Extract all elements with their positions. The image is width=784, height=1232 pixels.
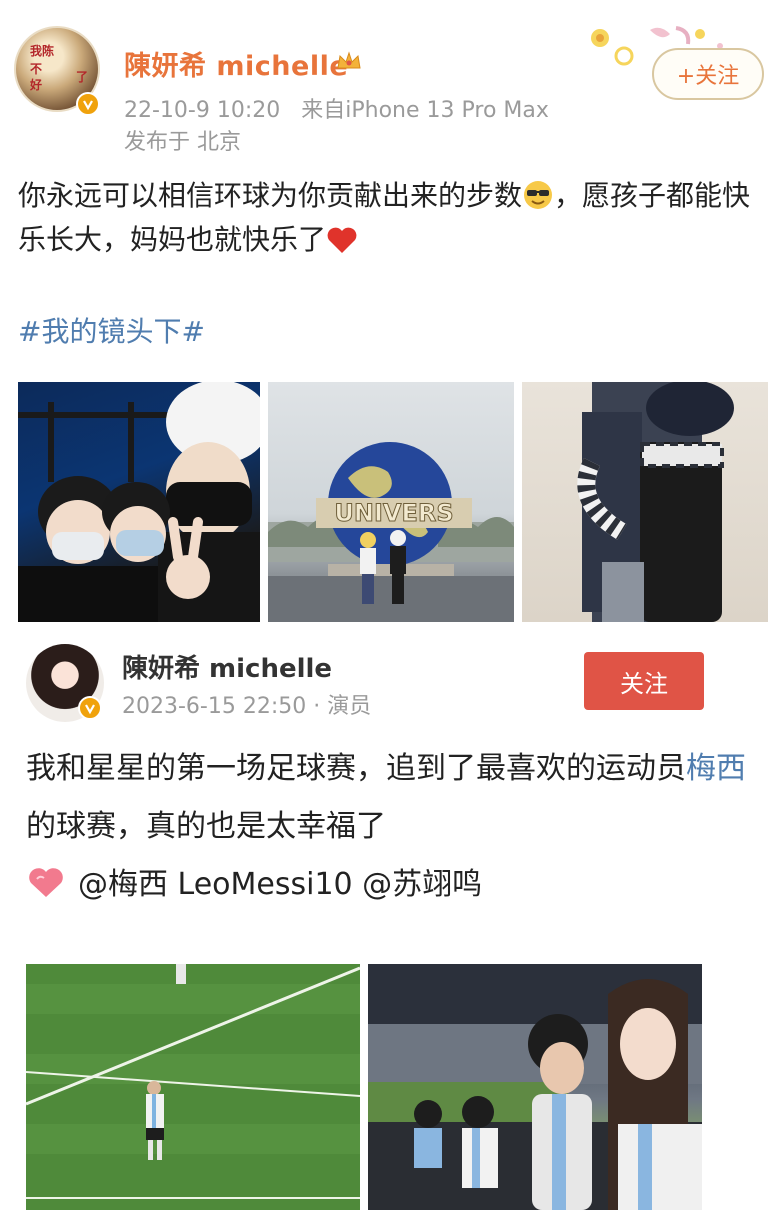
crown-icon [337,51,361,69]
post-timestamp: 2023-6-15 22:50 [122,694,307,719]
weibo-post-2: 陳妍希 michelle 2023-6-15 22:50 · 演员 关注 我和星… [0,622,784,1232]
red-heart-icon [327,227,357,253]
meta-separator: · [306,694,328,719]
universal-sign-text: UNIVERS [334,499,453,527]
post-text: 你永远可以相信环球为你贡献出来的步数 ，愿孩子都能快乐长大，妈妈也就快乐了 [18,179,751,256]
stadium-selfie-photo-image [368,964,702,1210]
post-meta: 2023-6-15 22:50 · 演员 [122,688,371,720]
sunglasses-emoji-icon [524,181,553,209]
post-photo[interactable] [26,964,360,1210]
verified-badge-icon [78,696,102,720]
hashtag-link[interactable]: #我的镜头下# [18,310,205,350]
post-timestamp: 22-10-9 10:20 [124,98,281,123]
football-pitch-photo-image [26,964,360,1210]
child-hug-photo-image [577,382,734,622]
universal-globe-photo-image: UNIVERS [268,442,514,622]
messi-link[interactable]: 梅西 [686,751,746,786]
user-role: 演员 [327,694,372,719]
post-photo[interactable]: UNIVERS [268,382,514,622]
mentions[interactable]: @梅西 LeoMessi10 @苏翊鸣 [78,867,482,902]
post-text: 我和星星的第一场足球赛，追到了最喜欢的运动员梅西的球赛，真的也是太幸福了 @梅西… [26,751,746,902]
follow-button[interactable]: 关注 [584,652,704,710]
weibo-post-1: 我陈 不 好 了 陳妍希 michelle 22-10-9 10:20 来自iP… [0,0,784,622]
post-meta: 22-10-9 10:20 来自iPhone 13 Pro Max [124,92,549,124]
follow-button[interactable]: +关注 [652,48,764,100]
username[interactable]: 陳妍希 michelle [122,648,332,685]
post-photo[interactable] [18,382,260,622]
post-source: 来自iPhone 13 Pro Max [301,98,549,123]
pink-heart-icon [29,868,63,897]
post-photo[interactable] [522,382,768,622]
selfie-photo-image [18,382,260,622]
post-location: 发布于 北京 [124,130,241,155]
username[interactable]: 陳妍希 michelle [124,44,348,83]
verified-badge-icon [76,92,100,116]
post-photo[interactable] [368,964,702,1210]
